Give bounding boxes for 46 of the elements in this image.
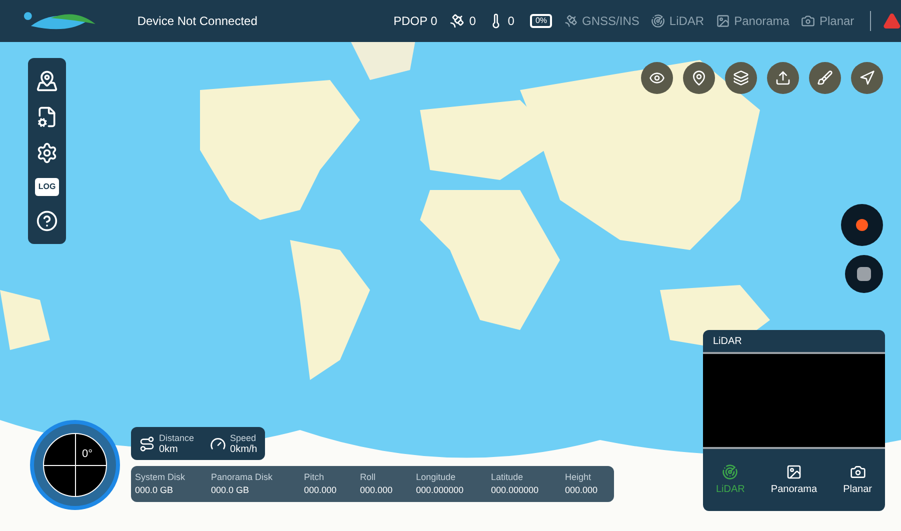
log-button[interactable]: LOG xyxy=(35,178,59,196)
preview-tab[interactable]: Panorama xyxy=(770,464,818,496)
trip-value: 0km xyxy=(159,444,179,456)
speed-icon xyxy=(210,436,226,452)
record-button[interactable] xyxy=(843,206,881,244)
stat-label: Height xyxy=(565,471,592,484)
stat-value: 000.0 GB xyxy=(211,484,250,497)
temperature-reading: 0 xyxy=(508,13,514,30)
stat-label: System Disk xyxy=(135,471,186,484)
stat-label: Roll xyxy=(360,471,377,484)
pin-icon xyxy=(691,70,707,86)
preview-tab[interactable]: LiDAR xyxy=(716,464,745,496)
warning-icon[interactable] xyxy=(883,12,901,30)
module-status: Panorama xyxy=(734,13,790,30)
heading-reading: 0° xyxy=(82,447,93,462)
stat-value: 000.0 GB xyxy=(135,484,174,497)
module-status: Planar xyxy=(819,13,854,30)
distance-icon xyxy=(139,436,155,452)
stat-value: 000.000000 xyxy=(416,484,465,497)
preview-tab[interactable]: Planar xyxy=(843,464,872,496)
brush-icon xyxy=(817,70,833,86)
module-status: LiDAR xyxy=(669,13,704,30)
satellite-icon xyxy=(449,13,466,29)
layers-icon xyxy=(733,70,749,86)
pdop-reading: PDOP 0 xyxy=(394,13,438,30)
stat-value: 000.000 xyxy=(565,484,599,497)
upload-icon xyxy=(775,70,791,86)
connection-status: Device Not Connected xyxy=(137,13,258,30)
trip-label: Speed xyxy=(230,432,258,444)
battery-indicator: 0% xyxy=(530,14,552,28)
settings-icon[interactable] xyxy=(36,142,58,164)
file-settings-icon[interactable] xyxy=(36,106,58,128)
stat-label: Latitude xyxy=(491,471,524,484)
trip-label: Distance xyxy=(159,432,194,444)
module-status: GNSS/INS xyxy=(582,13,640,30)
satellite-count: 0 xyxy=(469,13,476,30)
stat-label: Panorama Disk xyxy=(211,471,274,484)
help-icon[interactable] xyxy=(36,210,58,232)
stat-label: Longitude xyxy=(416,471,457,484)
map-icon[interactable] xyxy=(36,70,58,92)
stat-value: 000.000000 xyxy=(491,484,540,497)
stat-value: 000.000 xyxy=(304,484,338,497)
eye-icon xyxy=(649,70,665,86)
trip-value: 0km/h xyxy=(230,444,258,456)
stat-label: Pitch xyxy=(304,471,326,484)
stat-value: 000.000 xyxy=(360,484,394,497)
